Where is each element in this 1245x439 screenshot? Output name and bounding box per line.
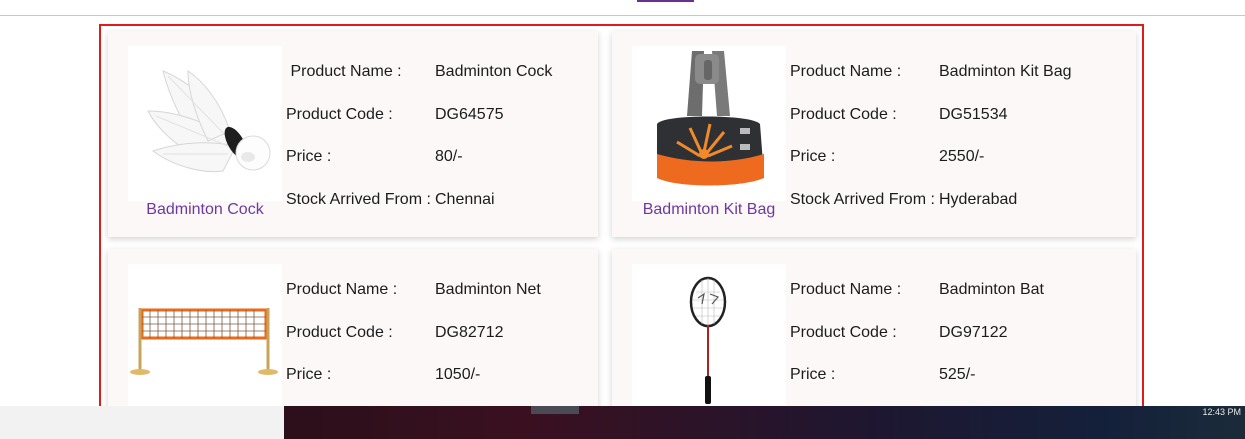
taskbar-clock[interactable]: 12:43 PM [1202,407,1241,417]
product-code-label: Product Code : [790,106,897,123]
price-value: 2550/- [939,148,985,165]
stock-value: Chennai [435,191,495,208]
product-name-label: Product Name : [286,281,398,298]
product-name-value: Badminton Kit Bag [939,63,1072,80]
product-caption-link[interactable]: Badminton Kit Bag [624,201,794,219]
price-label: Price : [286,366,332,383]
price-label: Price : [286,148,332,165]
header-divider [0,15,1245,16]
product-name-value: Badminton Cock [435,63,553,80]
product-code-label: Product Code : [286,324,393,341]
racket-image [632,264,786,419]
product-name-value: Badminton Bat [939,281,1044,298]
product-code-value: DG64575 [435,106,504,123]
product-code-label: Product Code : [286,106,393,123]
product-name-label: Product Name : [790,63,902,80]
price-label: Price : [790,148,836,165]
price-value: 1050/- [435,366,481,383]
product-code-value: DG97122 [939,324,1008,341]
active-nav-underline [637,0,694,2]
net-image [128,264,282,419]
taskbar-app-button[interactable] [531,406,579,414]
price-label: Price : [790,366,836,383]
price-value: 525/- [939,366,976,383]
product-name-label: Product Name : [286,63,402,80]
stock-label: Stock Arrived From : [286,191,431,208]
kit-bag-image [632,46,786,201]
product-caption-link[interactable]: Badminton Cock [120,201,290,219]
product-name-label: Product Name : [790,281,902,298]
product-code-value: DG51534 [939,106,1008,123]
shuttlecock-image [128,46,282,201]
product-code-label: Product Code : [790,324,897,341]
taskbar-wallpaper-strip [284,406,1245,439]
price-value: 80/- [435,148,463,165]
product-code-value: DG82712 [435,324,504,341]
stock-value: Hyderabad [939,191,1018,208]
stock-label: Stock Arrived From : [790,191,935,208]
product-name-value: Badminton Net [435,281,541,298]
